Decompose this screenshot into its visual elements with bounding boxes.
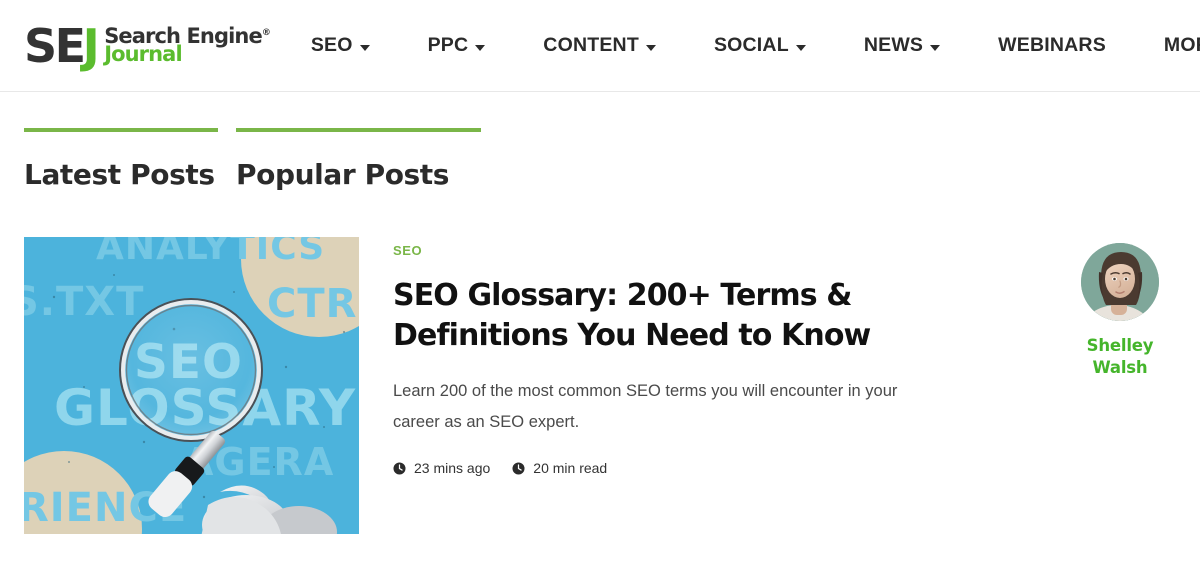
- post-read-time-label: 20 min read: [533, 460, 608, 477]
- main-navigation: SEO PPC CONTENT SOCIAL NEWS WEBINARS MOR…: [311, 34, 1200, 57]
- logo-mark-se: SE: [24, 18, 86, 73]
- chevron-down-icon: [359, 44, 370, 51]
- post-thumbnail-image: ANALYTICS S.TXT CTR AGERA RIENCE SEO GLO…: [24, 237, 359, 534]
- nav-item-label: SEO: [310, 34, 353, 56]
- avatar[interactable]: [1081, 243, 1159, 321]
- logo-wordmark-top: Search Engine®: [104, 23, 271, 48]
- tab-latest-posts[interactable]: Latest Posts: [24, 128, 218, 191]
- avatar-image: [1081, 243, 1159, 321]
- post-category-link[interactable]: SEO: [393, 243, 422, 258]
- logo-mark-j: J: [82, 18, 100, 73]
- tab-popular-posts[interactable]: Popular Posts: [236, 128, 481, 191]
- nav-item-seo[interactable]: SEO: [311, 34, 399, 57]
- author-last-name: Walsh: [1092, 358, 1148, 378]
- logo-wordmark-search-engine: Search Engine: [104, 23, 263, 48]
- chevron-down-icon: [645, 44, 656, 51]
- tab-label: Popular Posts: [236, 158, 450, 191]
- nav-item-social[interactable]: SOCIAL: [685, 34, 835, 57]
- chevron-down-icon: [930, 44, 941, 51]
- post-thumbnail-link[interactable]: ANALYTICS S.TXT CTR AGERA RIENCE SEO GLO…: [24, 237, 359, 534]
- nav-item-content[interactable]: CONTENT: [514, 34, 685, 57]
- clock-icon: [512, 462, 525, 475]
- site-logo[interactable]: SE J Search Engine® Journal: [24, 23, 271, 69]
- nav-item-webinars[interactable]: WEBINARS: [969, 34, 1135, 57]
- svg-text:S.TXT: S.TXT: [24, 279, 144, 325]
- post-excerpt: Learn 200 of the most common SEO terms y…: [393, 382, 898, 432]
- post-feed-tabs: Latest Posts Popular Posts: [0, 128, 1200, 191]
- post-content: SEO SEO Glossary: 200+ Terms & Definitio…: [359, 237, 1040, 476]
- clock-icon: [393, 462, 406, 475]
- post-list-item: ANALYTICS S.TXT CTR AGERA RIENCE SEO GLO…: [0, 237, 1200, 534]
- svg-text:CTR: CTR: [267, 281, 357, 327]
- nav-item-label: PPC: [427, 34, 469, 56]
- post-published-time: 23 mins ago: [393, 460, 490, 476]
- nav-item-more[interactable]: MORE: [1135, 34, 1200, 57]
- author-name: Shelley Walsh: [1077, 335, 1163, 380]
- post-author[interactable]: Shelley Walsh: [1040, 237, 1200, 380]
- site-header: SE J Search Engine® Journal SEO PPC CONTE…: [0, 0, 1200, 92]
- author-first-name: Shelley: [1086, 336, 1154, 355]
- nav-item-label: NEWS: [863, 34, 924, 56]
- logo-mark: SE J: [24, 18, 100, 73]
- chevron-down-icon: [795, 44, 806, 51]
- nav-item-news[interactable]: NEWS: [835, 34, 969, 57]
- nav-item-ppc[interactable]: PPC: [399, 34, 515, 57]
- logo-wordmark: Search Engine® Journal: [104, 23, 271, 66]
- post-meta: 23 mins ago 20 min read: [393, 460, 1020, 476]
- chevron-down-icon: [475, 44, 486, 51]
- post-read-time: 20 min read: [512, 460, 607, 476]
- nav-item-label: SOCIAL: [713, 34, 789, 56]
- nav-item-label: MORE: [1163, 34, 1200, 56]
- nav-item-label: CONTENT: [543, 34, 639, 56]
- tab-label: Latest Posts: [24, 158, 215, 191]
- registered-trademark-icon: ®: [261, 27, 271, 38]
- post-published-label: 23 mins ago: [414, 460, 491, 477]
- nav-item-label: WEBINARS: [998, 34, 1106, 56]
- svg-text:ANALYTICS: ANALYTICS: [96, 237, 325, 268]
- post-title-link[interactable]: SEO Glossary: 200+ Terms & Definitions Y…: [393, 276, 903, 355]
